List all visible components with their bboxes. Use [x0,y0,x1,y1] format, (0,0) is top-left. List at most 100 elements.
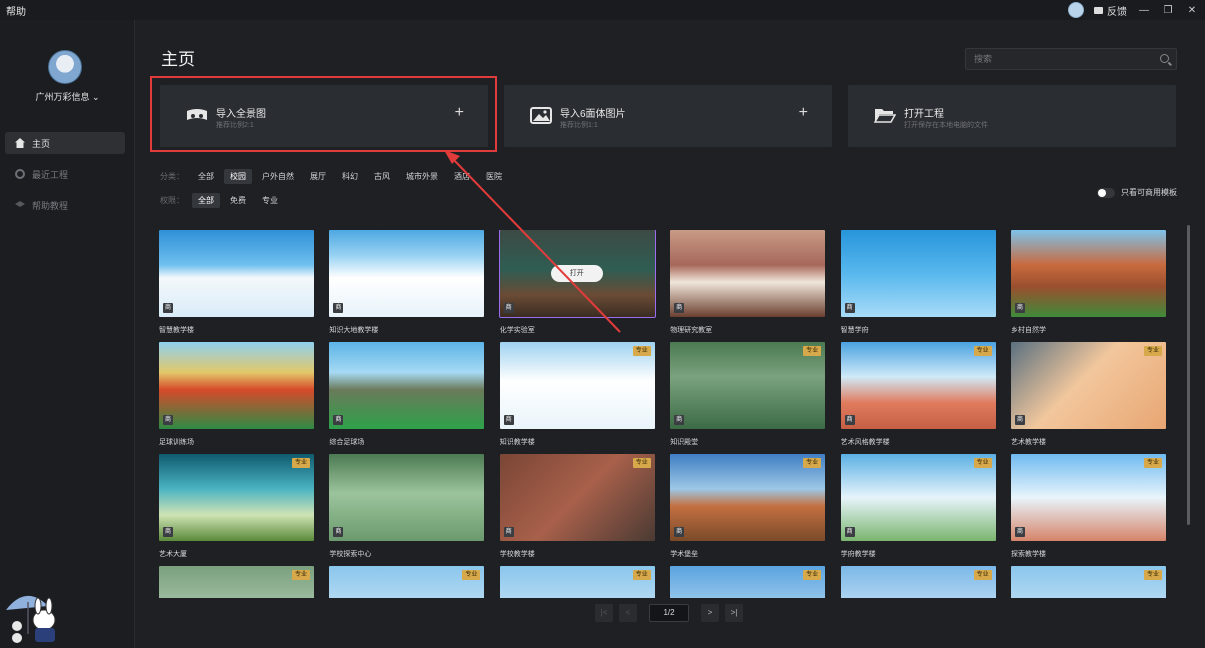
template-name: 学校教学楼 [499,551,535,558]
permission-chip[interactable]: 免费 [224,193,252,208]
template-card[interactable]: 商学校探索中心 [329,454,485,559]
template-thumbnail[interactable]: 商 [329,342,485,429]
template-card[interactable]: 商智慧教学楼 [159,230,314,335]
template-thumbnail[interactable]: 商 [329,454,485,541]
commercial-badge: 商 [163,415,173,425]
search-input[interactable] [966,49,1146,69]
category-chip[interactable]: 科幻 [336,169,364,184]
feedback-button[interactable]: 反馈 [1094,3,1127,18]
template-thumbnail[interactable]: 商专业 [499,342,655,429]
template-thumbnail[interactable]: 商专业 [499,566,655,598]
template-thumbnail[interactable]: 商专业 [840,342,996,429]
template-thumbnail[interactable]: 商专业 [159,454,314,541]
user-name-dropdown[interactable]: 广州万彩信息 ⌄ [0,90,135,103]
restore-button[interactable]: ❐ [1161,5,1175,16]
scrollbar[interactable] [1187,225,1190,525]
search-icon[interactable] [1160,54,1169,63]
template-card[interactable]: 商 专业 学校教学楼 [499,454,655,559]
template-card[interactable]: 商 专业 知识殿堂 [670,342,826,447]
pro-badge: 专业 [803,346,822,356]
sidebar-item-home[interactable]: 主页 [5,132,125,154]
template-thumbnail[interactable]: 商专业 [1011,454,1166,541]
template-thumbnail[interactable]: 商专业 [499,454,655,541]
template-thumbnail[interactable]: 商专业 [670,342,826,429]
template-card[interactable]: 商综合足球场 [329,342,485,447]
template-card[interactable]: 商足球训练场 [159,342,314,447]
template-thumbnail[interactable]: 商专业 [1011,566,1166,598]
template-thumbnail[interactable]: 商 [840,230,996,317]
pro-badge: 专业 [291,570,310,580]
category-chip[interactable]: 酒店 [448,169,476,184]
pagination: |< < 1/2 > >| [595,604,743,622]
commercial-badge: 商 [674,303,685,313]
open-template-button[interactable]: 打开 [550,265,603,282]
template-card[interactable]: 商 专业艺术大厦 [159,454,314,559]
permission-chip[interactable]: 全部 [192,192,220,208]
toggle-switch[interactable] [1097,187,1115,198]
template-thumbnail[interactable]: 商 [159,342,314,429]
template-card[interactable]: 商专业 [159,566,314,598]
sidebar-item-tutorials[interactable]: 帮助教程 [5,194,125,216]
minimize-button[interactable]: — [1137,5,1151,16]
pro-badge: 专业 [803,458,822,468]
template-card[interactable]: 商乡村自然学 [1011,230,1166,335]
template-thumbnail[interactable]: 商 [1011,230,1166,317]
sidebar-item-recent[interactable]: 最近工程 [5,163,125,185]
template-card[interactable]: 商 打开 化学实验室 [498,230,656,335]
template-card[interactable]: 商知识大地教学楼 [329,230,485,335]
template-thumbnail[interactable]: 商专业 [329,566,485,598]
template-thumbnail[interactable]: 商专业 [840,454,996,541]
plus-icon: + [798,104,808,121]
last-page-button[interactable]: >| [725,604,743,622]
template-thumbnail[interactable]: 商专业 [670,566,826,598]
category-chip[interactable]: 展厅 [304,169,332,184]
template-card[interactable]: 商专业 [499,566,655,598]
pro-badge: 专业 [1143,346,1162,356]
template-card[interactable]: 商专业 [670,566,826,598]
template-card[interactable]: 商 专业 艺术风格教学楼 [840,342,996,447]
template-name: 乡村自然学 [1011,327,1046,334]
template-thumbnail[interactable]: 商专业 [670,454,826,541]
help-menu[interactable]: 帮助 [6,3,26,18]
template-card[interactable]: 商 专业 学术堡垒 [670,454,826,559]
template-name: 艺术大厦 [159,551,187,558]
template-thumbnail[interactable]: 商专业 [840,566,996,598]
category-chip[interactable]: 全部 [192,169,220,184]
template-card[interactable]: 商智慧学府 [840,230,996,335]
template-card[interactable]: 商 专业 探索教学楼 [1011,454,1166,559]
template-card[interactable]: 商 专业 艺术教学楼 [1011,342,1166,447]
pro-badge: 专业 [632,570,651,580]
template-thumbnail[interactable]: 商专业 [1011,342,1166,429]
template-thumbnail[interactable]: 商 打开 [498,230,656,318]
category-chip[interactable]: 校园 [224,168,252,184]
template-card[interactable]: 商专业 [1011,566,1166,598]
category-chip[interactable]: 医院 [480,169,508,184]
folder-open-icon [874,109,896,123]
category-chip[interactable]: 古风 [368,169,396,184]
open-project-card[interactable]: 打开工程 打开保存在本地电脑的文件 [848,85,1176,147]
account-avatar[interactable] [1068,2,1084,18]
commercial-badge: 商 [844,527,855,537]
category-chip[interactable]: 户外自然 [256,169,300,184]
commercial-only-toggle[interactable]: 只看可商用模板 [1097,187,1177,198]
search-box[interactable] [965,48,1177,70]
close-button[interactable]: ✕ [1185,5,1199,16]
page-indicator[interactable]: 1/2 [649,604,689,622]
template-card[interactable]: 商 专业 学府教学楼 [840,454,996,559]
template-thumbnail[interactable]: 商专业 [159,566,314,598]
permission-chip[interactable]: 专业 [256,193,284,208]
first-page-button[interactable]: |< [595,604,613,622]
template-card[interactable]: 商物理研究教室 [670,230,826,335]
prev-page-button[interactable]: < [619,604,637,622]
import-cube-images-card[interactable]: 导入6面体图片 推荐比例1:1 + [504,85,832,147]
category-chip[interactable]: 城市外景 [400,169,444,184]
next-page-button[interactable]: > [701,604,719,622]
user-avatar[interactable] [48,50,82,84]
template-thumbnail[interactable]: 商 [670,230,826,317]
template-thumbnail[interactable]: 商 [329,230,485,317]
template-card[interactable]: 商专业 [840,566,996,598]
template-card[interactable]: 商 专业 知识教学楼 [499,342,655,447]
template-card[interactable]: 商专业 [329,566,485,598]
template-thumbnail[interactable]: 商 [159,230,314,317]
commercial-badge: 商 [163,527,173,537]
